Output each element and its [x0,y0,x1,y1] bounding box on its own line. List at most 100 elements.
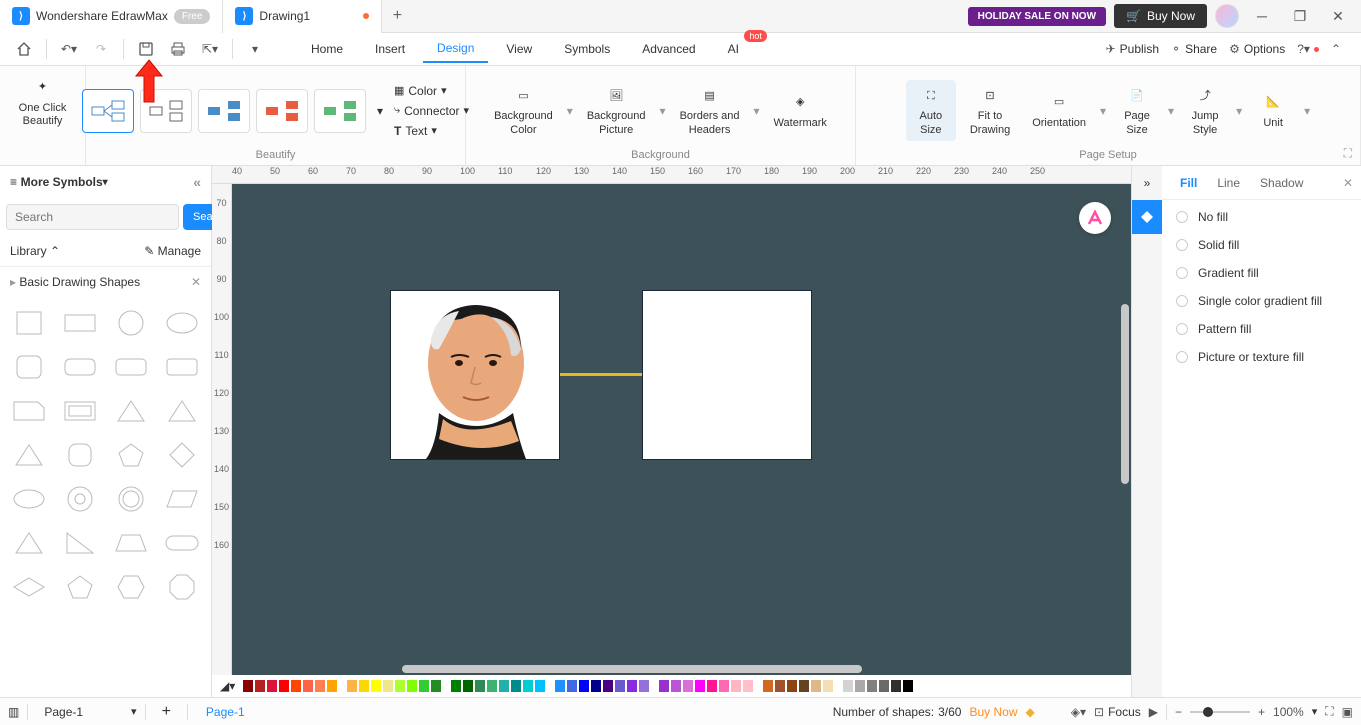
fit-page-icon[interactable]: ⛶ [1325,704,1333,719]
color-swatch[interactable] [763,680,773,692]
color-swatch[interactable] [475,680,485,692]
color-swatch[interactable] [627,680,637,692]
background-color-button[interactable]: ▭Background Color [486,80,561,140]
layers-icon[interactable]: ◈▾ [1071,705,1086,719]
color-swatch[interactable] [731,680,741,692]
fill-option-4[interactable]: Pattern fill [1176,322,1347,336]
share-button[interactable]: ⚬ Share [1171,42,1217,56]
color-swatch[interactable] [603,680,613,692]
eyedropper-icon[interactable]: ◢▾ [220,679,235,693]
shape-diamond2[interactable] [6,567,53,607]
color-swatch[interactable] [719,680,729,692]
shape-rounded-rect3[interactable] [158,347,205,387]
shape-hexagon[interactable] [108,567,155,607]
diamond-icon[interactable]: ◆ [1026,705,1035,719]
publish-button[interactable]: ✈ Publish [1106,42,1159,56]
shape-stadium[interactable] [158,523,205,563]
menu-home[interactable]: Home [297,36,357,62]
close-button[interactable]: ✕ [1323,1,1353,31]
beautify-style-4[interactable] [256,89,308,133]
holiday-sale-button[interactable]: HOLIDAY SALE ON NOW [968,7,1106,26]
home-button[interactable] [10,35,38,63]
color-swatch[interactable] [463,680,473,692]
color-swatch[interactable] [419,680,429,692]
color-swatch[interactable] [843,680,853,692]
buy-now-link[interactable]: Buy Now [969,705,1017,719]
vertical-scrollbar[interactable] [1121,304,1129,484]
library-link[interactable]: Library ⌃ [10,244,60,258]
color-swatch[interactable] [743,680,753,692]
color-swatch[interactable] [671,680,681,692]
buy-now-button[interactable]: 🛒Buy Now [1114,4,1207,28]
color-swatch[interactable] [891,680,901,692]
focus-button[interactable]: ⊡ Focus [1094,705,1141,719]
fullscreen-icon[interactable]: ▣ [1342,705,1353,719]
fill-option-3[interactable]: Single color gradient fill [1176,294,1347,308]
fill-option-1[interactable]: Solid fill [1176,238,1347,252]
present-icon[interactable]: ▶ [1149,705,1158,719]
drawing-canvas[interactable] [232,184,1131,675]
color-swatch[interactable] [787,680,797,692]
canvas-connector[interactable] [560,373,642,376]
fill-tab[interactable]: Fill [1170,170,1207,196]
page-size-button[interactable]: 📄Page Size [1112,80,1162,140]
add-page-button[interactable]: + [154,703,179,721]
color-swatch[interactable] [407,680,417,692]
shape-triangle2[interactable] [158,391,205,431]
menu-insert[interactable]: Insert [361,36,419,62]
shadow-tab[interactable]: Shadow [1250,170,1313,196]
color-swatch[interactable] [591,680,601,692]
color-swatch[interactable] [707,680,717,692]
shape-octagon[interactable] [158,567,205,607]
shape-rounded-rect[interactable] [57,347,104,387]
color-swatch[interactable] [659,680,669,692]
shape-frame[interactable] [57,391,104,431]
fill-option-5[interactable]: Picture or texture fill [1176,350,1347,364]
shape-diamond[interactable] [158,435,205,475]
color-swatch[interactable] [243,680,253,692]
menu-symbols[interactable]: Symbols [550,36,624,62]
shape-oval[interactable] [6,479,53,519]
line-tab[interactable]: Line [1207,170,1250,196]
color-swatch[interactable] [811,680,821,692]
color-swatch[interactable] [555,680,565,692]
shape-square[interactable] [6,303,53,343]
menu-advanced[interactable]: Advanced [628,36,709,62]
undo-button[interactable]: ↶▾ [55,35,83,63]
color-swatch[interactable] [255,680,265,692]
one-click-beautify-button[interactable]: ✦ One Click Beautify [11,72,75,132]
close-panel-icon[interactable]: ✕ [1343,176,1353,190]
color-swatch[interactable] [383,680,393,692]
expand-panel-icon[interactable]: » [1132,166,1162,200]
shape-rounded-hexagon[interactable] [57,435,104,475]
color-swatch[interactable] [451,680,461,692]
shape-pentagon2[interactable] [57,567,104,607]
user-avatar[interactable] [1215,4,1239,28]
horizontal-scrollbar[interactable] [402,665,862,673]
page-setup-dialog-icon[interactable]: ⛶ [1344,146,1352,161]
zoom-in-button[interactable]: + [1258,705,1265,719]
color-swatch[interactable] [499,680,509,692]
shapes-category-header[interactable]: ▸ Basic Drawing Shapes ✕ [0,266,211,297]
beautify-style-3[interactable] [198,89,250,133]
color-swatch[interactable] [359,680,369,692]
color-swatch[interactable] [615,680,625,692]
ai-assistant-fab[interactable] [1079,202,1111,234]
color-swatch[interactable] [639,680,649,692]
options-button[interactable]: ⚙ Options [1229,42,1285,56]
color-swatch[interactable] [279,680,289,692]
shape-parallelogram[interactable] [158,479,205,519]
shape-triangle3[interactable] [6,435,53,475]
unit-button[interactable]: 📐Unit [1248,87,1298,134]
minimize-button[interactable]: ─ [1247,1,1277,31]
page-selector[interactable]: Page-1 [36,705,123,719]
zoom-level[interactable]: 100% [1273,705,1304,719]
more-symbols-header[interactable]: ≡ More Symbols▾ « [0,166,211,198]
watermark-button[interactable]: ◈Watermark [766,87,835,134]
beautify-style-1[interactable] [82,89,134,133]
beautify-more-button[interactable]: ▾ [372,104,388,118]
jump-style-button[interactable]: ⤴Jump Style [1180,80,1230,140]
shape-pentagon[interactable] [108,435,155,475]
color-swatch[interactable] [799,680,809,692]
background-picture-button[interactable]: 🖼Background Picture [579,80,654,140]
